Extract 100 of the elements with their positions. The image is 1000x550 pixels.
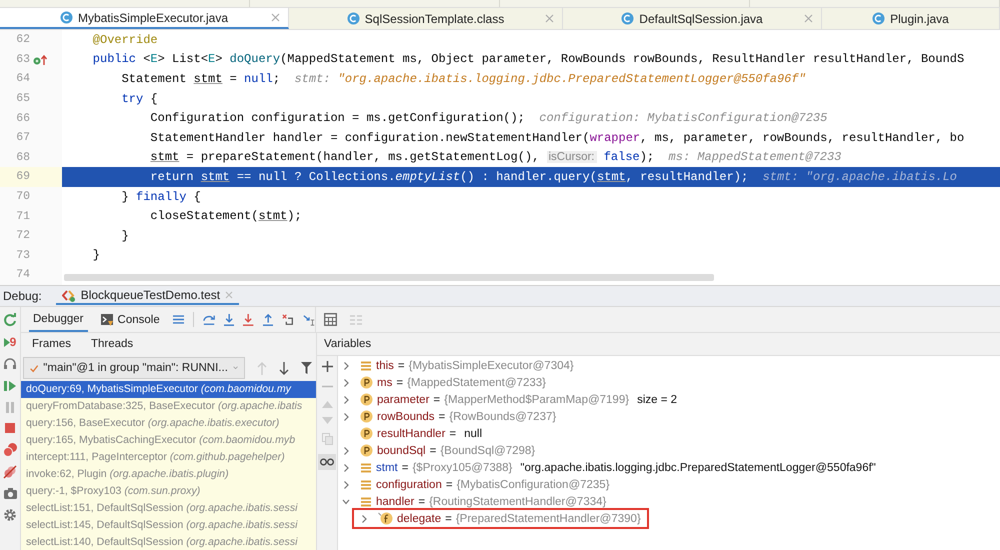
type-parameter: E xyxy=(208,52,216,66)
stack-frame[interactable]: selectList:151, DefaultSqlSession (org.apache.ibatis.sessi xyxy=(21,500,316,517)
variable: stmt xyxy=(200,170,230,184)
close-icon[interactable] xyxy=(545,14,554,23)
code-text: ); xyxy=(640,150,656,164)
calculator-icon[interactable] xyxy=(324,313,337,326)
variable-name: ms xyxy=(377,376,392,388)
resume-icon[interactable] xyxy=(3,379,17,393)
class-file-icon xyxy=(346,12,360,25)
variable: stmt xyxy=(194,72,222,86)
stack-frame[interactable]: invoke:62, Plugin (org.apache.ibatis.plugin) xyxy=(21,466,316,483)
equals-sign: = xyxy=(445,512,452,524)
stack-frame[interactable]: query:-1, $Proxy103 (com.sun.proxy) xyxy=(21,483,316,500)
camera-icon[interactable] xyxy=(2,487,18,500)
line-number: 69 xyxy=(15,170,30,184)
horizontal-scrollbar[interactable] xyxy=(64,274,714,281)
check-icon xyxy=(30,362,38,374)
variable-name: this xyxy=(376,360,394,372)
editor-tab[interactable]: SqlSessionTemplate.class xyxy=(289,8,563,29)
override-marker-icon[interactable] xyxy=(32,54,48,66)
code-text: { xyxy=(149,92,158,106)
variable-name: boundSql xyxy=(377,444,426,456)
stack-frame[interactable]: queryFromDatabase:325, BaseExecutor (org.apache.ibatis xyxy=(21,398,316,415)
stack-frame[interactable]: query:156, BaseExecutor (org.apache.ibatis.executor) xyxy=(21,415,316,432)
method-call: emptyList xyxy=(395,170,460,184)
run-to-cursor-icon[interactable] xyxy=(302,312,315,326)
restart-badge-button[interactable]: 9 xyxy=(4,335,16,349)
filter-icon[interactable] xyxy=(301,362,312,374)
keyword: null xyxy=(244,72,273,86)
menu-icon[interactable] xyxy=(172,314,184,325)
variable-name: stmt xyxy=(376,462,398,474)
inline-hint: stmt: xyxy=(294,72,332,86)
stack-frame[interactable]: selectList:145, DefaultSqlSession (org.apache.ibatis.sessi xyxy=(21,517,316,534)
debug-label: Debug: xyxy=(3,289,42,303)
code-text: > List< xyxy=(158,52,208,66)
line-number: 65 xyxy=(15,92,30,106)
mute-breakpoints-icon[interactable] xyxy=(3,465,17,479)
field-name: wrapper xyxy=(590,130,640,145)
variable-value: {PreparedStatementHandler@7390} xyxy=(456,512,641,524)
panel-tab[interactable]: Threads xyxy=(90,338,134,350)
variable: stmt xyxy=(258,209,288,224)
code-text: ; xyxy=(272,72,282,86)
stack-frame[interactable]: intercept:111, PageInterceptor (com.github.pagehelper) xyxy=(21,449,316,466)
code-text: { xyxy=(192,190,201,204)
editor-tab[interactable]: DefaultSqlSession.java xyxy=(563,8,822,29)
code-text: = xyxy=(228,72,238,86)
panel-title: Variables xyxy=(324,338,372,350)
keyword: finally xyxy=(136,190,186,204)
keyword: false xyxy=(602,150,640,164)
variable-name: configuration xyxy=(376,478,442,490)
line-number: 62 xyxy=(15,33,30,46)
rerun-icon[interactable] xyxy=(3,313,17,327)
panel-tab[interactable]: Frames xyxy=(32,338,71,350)
close-icon[interactable] xyxy=(271,13,280,22)
line-number: 73 xyxy=(15,248,30,262)
code-text: , resultHandler); xyxy=(626,170,750,184)
variable-name: delegate xyxy=(397,512,442,524)
variable-detail: "org.apache.ibatis.logging.jdbc.PreparedStatementLogger@550fa96f" xyxy=(520,462,876,474)
code-text: ? Collections. xyxy=(293,170,396,184)
editor-tab[interactable]: Plugin.java xyxy=(822,8,1000,29)
breakpoints-icon[interactable] xyxy=(2,442,18,457)
stop-icon[interactable] xyxy=(4,422,16,434)
parameter-hint: isCursor: xyxy=(546,151,597,164)
add-icon[interactable] xyxy=(322,361,332,372)
variable-detail: size = 2 xyxy=(637,394,678,406)
equals-sign: = xyxy=(418,496,426,508)
headset-icon[interactable] xyxy=(3,357,17,371)
close-icon[interactable] xyxy=(804,14,813,23)
drop-frame-icon[interactable] xyxy=(282,312,294,326)
down-arrow-icon[interactable] xyxy=(279,362,289,374)
debug-session-tab[interactable]: BlockqueueTestDemo.test xyxy=(56,287,240,305)
equals-sign: = xyxy=(398,360,405,372)
play-icon xyxy=(4,338,10,346)
code-text: } xyxy=(120,228,129,243)
debugger-tab[interactable]: Console xyxy=(96,307,164,332)
force-step-into-icon[interactable] xyxy=(243,312,254,326)
code-text: = prepareStatement(handler, ms.getStatementLog(), xyxy=(185,150,540,164)
stack-frame[interactable]: query:165, MybatisCachingExecutor (com.baomidou.myb xyxy=(21,432,316,449)
keyword: try xyxy=(120,92,144,106)
equals-sign: = xyxy=(438,410,446,422)
thread-dropdown[interactable]: "main"@1 in group "main": RUNNI... xyxy=(23,357,245,379)
stack-frame[interactable]: doQuery:69, MybatisSimpleExecutor (com.baomidou.my xyxy=(21,381,316,398)
glasses-icon xyxy=(320,458,334,466)
variable: stmt xyxy=(596,170,626,184)
variable-value: {MapperMethod$ParamMap@7199} xyxy=(444,394,630,406)
settings-icon[interactable] xyxy=(3,508,17,522)
variable-detail: null xyxy=(464,428,482,440)
line-number: 70 xyxy=(15,190,30,204)
code-text: == xyxy=(236,170,252,184)
stack-frame[interactable]: selectList:140, DefaultSqlSession (org.apache.ibatis.sessi xyxy=(21,534,316,550)
step-into-icon[interactable] xyxy=(224,312,234,326)
method-name: doQuery xyxy=(230,52,280,66)
step-over-icon[interactable] xyxy=(202,313,215,326)
line-number: 68 xyxy=(15,150,30,164)
editor-tab[interactable]: MybatisSimpleExecutor.java xyxy=(0,8,289,29)
variable-name: resultHandler xyxy=(377,428,446,440)
step-out-icon[interactable] xyxy=(262,312,273,326)
code-text: closeStatement( xyxy=(149,209,258,224)
variable-value: {$Proxy105@7388} xyxy=(412,462,512,474)
glasses-button[interactable] xyxy=(318,454,336,470)
